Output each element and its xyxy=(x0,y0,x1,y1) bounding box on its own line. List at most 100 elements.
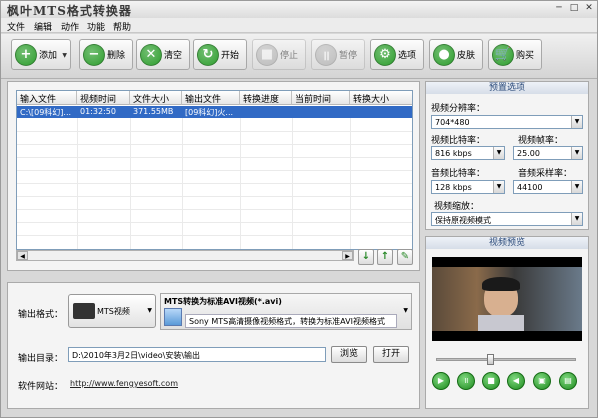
chevron-down-icon: ▼ xyxy=(571,181,582,193)
options-label: 选项 xyxy=(398,51,417,61)
browse-button[interactable]: 浏览 xyxy=(331,346,367,363)
chevron-down-icon: ▼ xyxy=(571,116,582,128)
clear-button[interactable]: ✕ 清空 xyxy=(136,39,190,70)
zoom-select[interactable]: 保持原视频模式 ▼ xyxy=(431,212,583,226)
stop-icon: ■ xyxy=(256,43,278,66)
col-divider xyxy=(292,118,293,249)
menu-function[interactable]: 功能 xyxy=(87,20,105,33)
cart-icon: 🛒 xyxy=(492,43,514,66)
folder-icon[interactable]: ▤ xyxy=(559,372,577,390)
col-header-converted-size[interactable]: 转换大小 xyxy=(350,91,412,105)
scroll-right-icon[interactable]: ▶ xyxy=(342,251,353,260)
toolbar: + 添加 ▼ − 删除 ✕ 清空 ↻ 开始 ■ 停止 ॥ 暂停 ⚙ 选项 ● 皮… xyxy=(1,34,597,79)
menu-edit[interactable]: 编辑 xyxy=(34,20,52,33)
pause-icon[interactable]: ॥ xyxy=(457,372,475,390)
chevron-down-icon: ▼ xyxy=(147,307,152,314)
seek-slider-thumb[interactable] xyxy=(487,354,494,365)
seek-track[interactable] xyxy=(436,354,576,365)
cell-video-time: 01:32:50 xyxy=(80,107,116,116)
output-dir-label: 输出目录： xyxy=(18,354,64,364)
minus-icon: − xyxy=(83,43,105,66)
frame-rate-select[interactable]: 25.00 ▼ xyxy=(513,146,583,160)
format-profile-desc: Sony MTS高清摄像视频格式，转换为标准AVI视频格式 xyxy=(185,314,397,328)
stop-button[interactable]: ■ 停止 xyxy=(252,39,306,70)
sample-rate-value: 44100 xyxy=(517,183,543,192)
title-bar: 枫叶MTS格式转换器 ─ □ ✕ xyxy=(1,1,597,18)
stop-icon[interactable]: ■ xyxy=(482,372,500,390)
add-label: 添加 xyxy=(39,51,58,61)
sample-rate-select[interactable]: 44100 ▼ xyxy=(513,180,583,194)
col-divider xyxy=(350,118,351,249)
skin-button[interactable]: ● 皮肤 xyxy=(429,39,483,70)
website-label: 软件网站： xyxy=(18,382,64,392)
resolution-select[interactable]: 704*480 ▼ xyxy=(431,115,583,129)
video-bitrate-label: 视频比特率： xyxy=(431,136,486,146)
zoom-value: 保持原视频模式 xyxy=(435,216,491,225)
edit-button[interactable]: ✎ xyxy=(397,249,413,265)
buy-label: 购买 xyxy=(516,51,535,61)
play-icon[interactable]: ▶ xyxy=(432,372,450,390)
output-dir-field[interactable]: D:\2010年3月2日\video\安装\输出 xyxy=(68,347,326,362)
rewind-icon[interactable]: ◀ xyxy=(507,372,525,390)
pause-label: 暂停 xyxy=(339,51,358,61)
buy-button[interactable]: 🛒 购买 xyxy=(488,39,542,70)
horizontal-scrollbar[interactable]: ◀ ▶ xyxy=(16,250,354,261)
col-header-progress[interactable]: 转换进度 xyxy=(240,91,292,105)
cell-current-time xyxy=(292,106,350,118)
dropdown-arrow-icon[interactable]: ▼ xyxy=(62,52,67,59)
move-down-button[interactable]: ↓ xyxy=(358,249,374,265)
move-up-button[interactable]: ↑ xyxy=(377,249,393,265)
options-icon: ⚙ xyxy=(374,43,396,66)
scroll-left-icon[interactable]: ◀ xyxy=(17,251,28,260)
options-button[interactable]: ⚙ 选项 xyxy=(370,39,424,70)
chevron-down-icon: ▼ xyxy=(571,147,582,159)
col-header-input-file[interactable]: 输入文件 xyxy=(17,91,77,105)
maximize-button[interactable]: □ xyxy=(568,3,580,15)
format-device-dropdown[interactable]: MTS视频 ▼ xyxy=(68,294,156,328)
resolution-value: 704*480 xyxy=(435,118,470,127)
open-button[interactable]: 打开 xyxy=(373,346,409,363)
format-device-label: MTS视频 xyxy=(97,307,130,316)
snapshot-icon[interactable]: ▣ xyxy=(533,372,551,390)
menu-help[interactable]: 帮助 xyxy=(113,20,131,33)
cell-input-file: C:\[09科幻]... xyxy=(20,108,72,117)
file-list-panel: 输入文件 视频时间 文件大小 输出文件 转换进度 当前时间 转换大小 C:\[0… xyxy=(7,81,420,271)
pause-button[interactable]: ॥ 暂停 xyxy=(311,39,365,70)
window-title: 枫叶MTS格式转换器 xyxy=(7,4,132,18)
zoom-label: 视频缩放： xyxy=(434,202,480,212)
delete-button[interactable]: − 删除 xyxy=(79,39,133,70)
clear-label: 清空 xyxy=(164,51,183,61)
add-button[interactable]: + 添加 ▼ xyxy=(11,39,71,70)
resolution-label: 视频分辨率： xyxy=(431,104,486,114)
preview-shirt xyxy=(478,315,524,331)
format-profile-title: MTS转换为标准AVI视频(*.avi) xyxy=(164,297,282,306)
video-preview-panel: 视频预览 ▶ ॥ ■ ◀ ▣ ▤ xyxy=(425,236,589,409)
website-link[interactable]: http://www.fengyesoft.com xyxy=(70,379,178,388)
col-header-output-file[interactable]: 输出文件 xyxy=(182,91,240,105)
minimize-button[interactable]: ─ xyxy=(553,3,565,15)
file-table: 输入文件 视频时间 文件大小 输出文件 转换进度 当前时间 转换大小 C:\[0… xyxy=(16,90,413,250)
preview-hair xyxy=(482,277,520,291)
frame-rate-label: 视频帧率： xyxy=(518,136,564,146)
arrow-up-icon: ↑ xyxy=(380,251,390,262)
col-header-video-time[interactable]: 视频时间 xyxy=(77,91,130,105)
apple-icon: ● xyxy=(433,43,455,66)
audio-bitrate-select[interactable]: 128 kbps ▼ xyxy=(431,180,505,194)
cell-converted-size xyxy=(350,106,412,118)
cell-progress xyxy=(240,106,292,118)
start-button[interactable]: ↻ 开始 xyxy=(193,39,247,70)
chevron-down-icon: ▼ xyxy=(493,181,504,193)
clear-icon: ✕ xyxy=(140,43,162,66)
video-bitrate-select[interactable]: 816 kbps ▼ xyxy=(431,146,505,160)
col-header-current-time[interactable]: 当前时间 xyxy=(292,91,350,105)
col-header-file-size[interactable]: 文件大小 xyxy=(130,91,182,105)
col-divider xyxy=(130,118,131,249)
video-file-icon xyxy=(164,308,182,326)
col-divider xyxy=(182,118,183,249)
menu-file[interactable]: 文件 xyxy=(7,20,25,33)
menu-action[interactable]: 动作 xyxy=(61,20,79,33)
close-button[interactable]: ✕ xyxy=(583,3,595,15)
arrow-down-icon: ↓ xyxy=(361,251,371,262)
format-profile-dropdown[interactable]: MTS转换为标准AVI视频(*.avi) Sony MTS高清摄像视频格式，转换… xyxy=(160,293,412,330)
audio-bitrate-value: 128 kbps xyxy=(435,183,472,192)
